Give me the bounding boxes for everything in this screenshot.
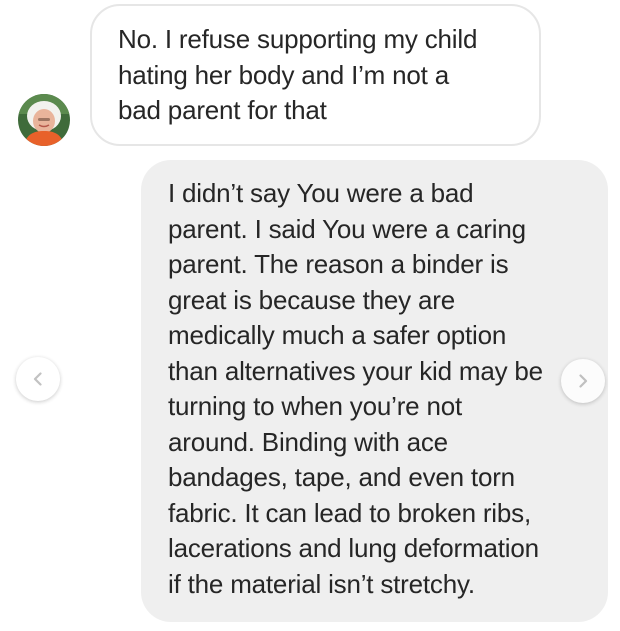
next-button[interactable] [561,359,605,403]
received-message-bubble: No. I refuse supporting my child hating … [90,4,541,146]
chevron-right-icon [579,374,588,388]
received-message-text: No. I refuse supporting my child hating … [118,24,478,125]
sender-avatar[interactable] [18,94,70,146]
sent-message-bubble: I didn’t say You were a bad parent. I sa… [141,160,608,622]
chevron-left-icon [33,372,42,386]
sent-message-text: I didn’t say You were a bad parent. I sa… [168,178,543,599]
previous-button[interactable] [16,357,60,401]
